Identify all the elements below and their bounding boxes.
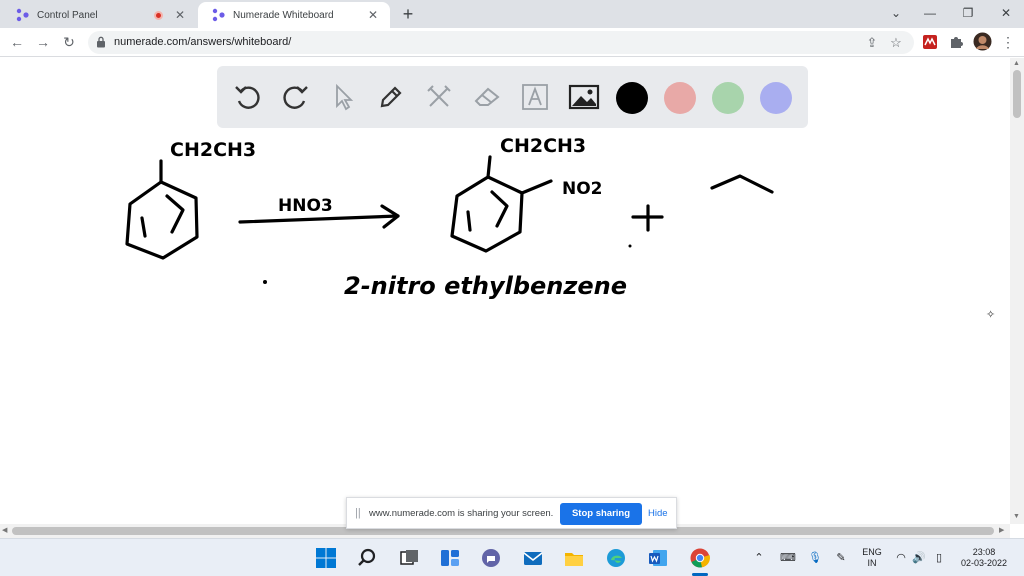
numerade-logo-icon bbox=[212, 8, 225, 22]
browser-menu-icon[interactable]: ⋮ bbox=[998, 32, 1018, 52]
undo-icon[interactable] bbox=[231, 80, 265, 114]
language-label: ENG bbox=[862, 547, 882, 557]
microphone-icon[interactable]: 🎙 bbox=[808, 551, 822, 565]
tab-title: Control Panel bbox=[37, 9, 98, 21]
taskbar: ⌃ ⌨ 🎙 ✎ ENG IN ◠ 🔊 ▯ 23:08 02-03-2022 bbox=[0, 538, 1024, 576]
redo-icon[interactable] bbox=[278, 80, 312, 114]
vertical-scrollbar[interactable]: ▲ ▼ bbox=[1010, 58, 1024, 524]
screen-share-bar: || www.numerade.com is sharing your scre… bbox=[346, 497, 677, 529]
numerade-logo-icon bbox=[16, 8, 29, 22]
restore-button[interactable]: ❐ bbox=[958, 4, 978, 22]
keyboard-icon[interactable]: ⌨ bbox=[780, 551, 796, 565]
extensions-puzzle-icon[interactable] bbox=[948, 34, 964, 50]
whiteboard-toolbar bbox=[217, 66, 808, 128]
volume-icon[interactable]: 🔊 bbox=[912, 551, 926, 565]
stray-dot bbox=[263, 280, 267, 284]
pen-menu-icon[interactable]: ✎ bbox=[834, 551, 848, 565]
color-pink-swatch[interactable] bbox=[664, 82, 696, 114]
reactant-ring-inner-bond bbox=[165, 194, 185, 234]
vertical-scroll-thumb[interactable] bbox=[1013, 70, 1021, 118]
edge-browser-icon[interactable] bbox=[605, 547, 627, 569]
word-icon[interactable] bbox=[647, 547, 669, 569]
eraser-icon[interactable] bbox=[470, 80, 504, 114]
widgets-icon[interactable] bbox=[439, 547, 461, 569]
windows-start-icon[interactable] bbox=[315, 547, 337, 569]
teams-chat-icon[interactable] bbox=[480, 547, 502, 569]
color-green-swatch[interactable] bbox=[712, 82, 744, 114]
close-icon[interactable]: ✕ bbox=[173, 8, 187, 22]
chrome-icon[interactable] bbox=[689, 547, 711, 569]
tab-search-chevron-icon[interactable]: ⌄ bbox=[886, 4, 906, 22]
back-button[interactable]: ← bbox=[7, 32, 27, 52]
tab-strip: Control Panel ✕ Numerade Whiteboard ✕ + … bbox=[0, 0, 1024, 28]
reactant-ring-inner-bond bbox=[140, 216, 147, 238]
product-name-label: 2-nitro ethylbenzene bbox=[344, 272, 627, 300]
drag-handle-icon[interactable]: || bbox=[355, 507, 361, 519]
nitro-group-label: NO2 bbox=[562, 179, 603, 199]
lock-icon bbox=[97, 36, 105, 48]
file-explorer-icon[interactable] bbox=[563, 547, 585, 569]
text-icon[interactable] bbox=[518, 80, 552, 114]
wifi-icon[interactable]: ◠ bbox=[894, 551, 908, 565]
tab-numerade-whiteboard[interactable]: Numerade Whiteboard ✕ bbox=[198, 2, 390, 28]
address-bar[interactable]: numerade.com/answers/whiteboard/ ⇪ ☆ bbox=[88, 31, 914, 54]
product-benzene-ring bbox=[450, 175, 524, 253]
pen-icon[interactable] bbox=[374, 80, 408, 114]
bookmark-star-icon[interactable]: ☆ bbox=[888, 35, 904, 51]
scroll-right-icon[interactable]: ▶ bbox=[999, 526, 1004, 534]
close-icon[interactable]: ✕ bbox=[366, 8, 380, 22]
reactant-substituent-label: CH2CH3 bbox=[170, 139, 256, 161]
profile-avatar[interactable] bbox=[973, 32, 992, 51]
scroll-up-icon[interactable]: ▲ bbox=[1013, 60, 1020, 67]
product-substituent-label: CH2CH3 bbox=[500, 135, 586, 157]
product-ring-inner-bond bbox=[490, 190, 509, 228]
cursor-icon: ✧ bbox=[986, 309, 996, 321]
extension-icon[interactable] bbox=[922, 34, 938, 50]
reactant-benzene-ring bbox=[125, 180, 199, 260]
search-icon[interactable] bbox=[356, 547, 378, 569]
hide-button[interactable]: Hide bbox=[648, 508, 668, 519]
color-purple-swatch[interactable] bbox=[760, 82, 792, 114]
reaction-arrow bbox=[238, 214, 400, 224]
show-hidden-icons-chevron-icon[interactable]: ⌃ bbox=[752, 551, 766, 565]
task-view-icon[interactable] bbox=[398, 547, 420, 569]
reload-button[interactable]: ↻ bbox=[59, 32, 79, 52]
close-window-button[interactable]: ✕ bbox=[996, 4, 1016, 22]
input-language-indicator[interactable]: ENG IN bbox=[858, 547, 886, 569]
stray-dot bbox=[628, 244, 632, 248]
browser-toolbar: ← → ↻ numerade.com/answers/whiteboard/ ⇪… bbox=[0, 28, 1024, 57]
partial-drawing bbox=[710, 174, 774, 194]
battery-icon[interactable]: ▯ bbox=[932, 551, 946, 565]
scroll-left-icon[interactable]: ◀ bbox=[2, 526, 7, 534]
date-label: 02-03-2022 bbox=[960, 558, 1008, 568]
tab-control-panel[interactable]: Control Panel ✕ bbox=[2, 2, 197, 28]
reagent-label: HNO3 bbox=[278, 196, 333, 216]
share-message: www.numerade.com is sharing your screen. bbox=[369, 508, 554, 519]
scroll-down-icon[interactable]: ▼ bbox=[1013, 513, 1020, 520]
clock[interactable]: 23:08 02-03-2022 bbox=[954, 547, 1014, 569]
time-label: 23:08 bbox=[972, 547, 996, 557]
tools-icon[interactable] bbox=[422, 80, 456, 114]
minimize-button[interactable]: — bbox=[920, 4, 940, 22]
new-tab-button[interactable]: + bbox=[398, 4, 418, 24]
image-icon[interactable] bbox=[567, 80, 601, 114]
forward-button[interactable]: → bbox=[33, 32, 53, 52]
share-icon[interactable]: ⇪ bbox=[864, 35, 880, 51]
pointer-icon[interactable] bbox=[326, 80, 360, 114]
region-label: IN bbox=[867, 558, 877, 568]
product-substituent-bond bbox=[486, 155, 492, 179]
stop-sharing-button[interactable]: Stop sharing bbox=[560, 503, 642, 525]
color-black-swatch[interactable] bbox=[616, 82, 648, 114]
recording-indicator-icon bbox=[154, 10, 163, 20]
product-ring-inner-bond bbox=[466, 210, 472, 232]
mail-icon[interactable] bbox=[522, 547, 544, 569]
url-text: numerade.com/answers/whiteboard/ bbox=[114, 36, 292, 48]
tab-title: Numerade Whiteboard bbox=[233, 9, 334, 21]
product-nitro-bond bbox=[520, 179, 553, 195]
